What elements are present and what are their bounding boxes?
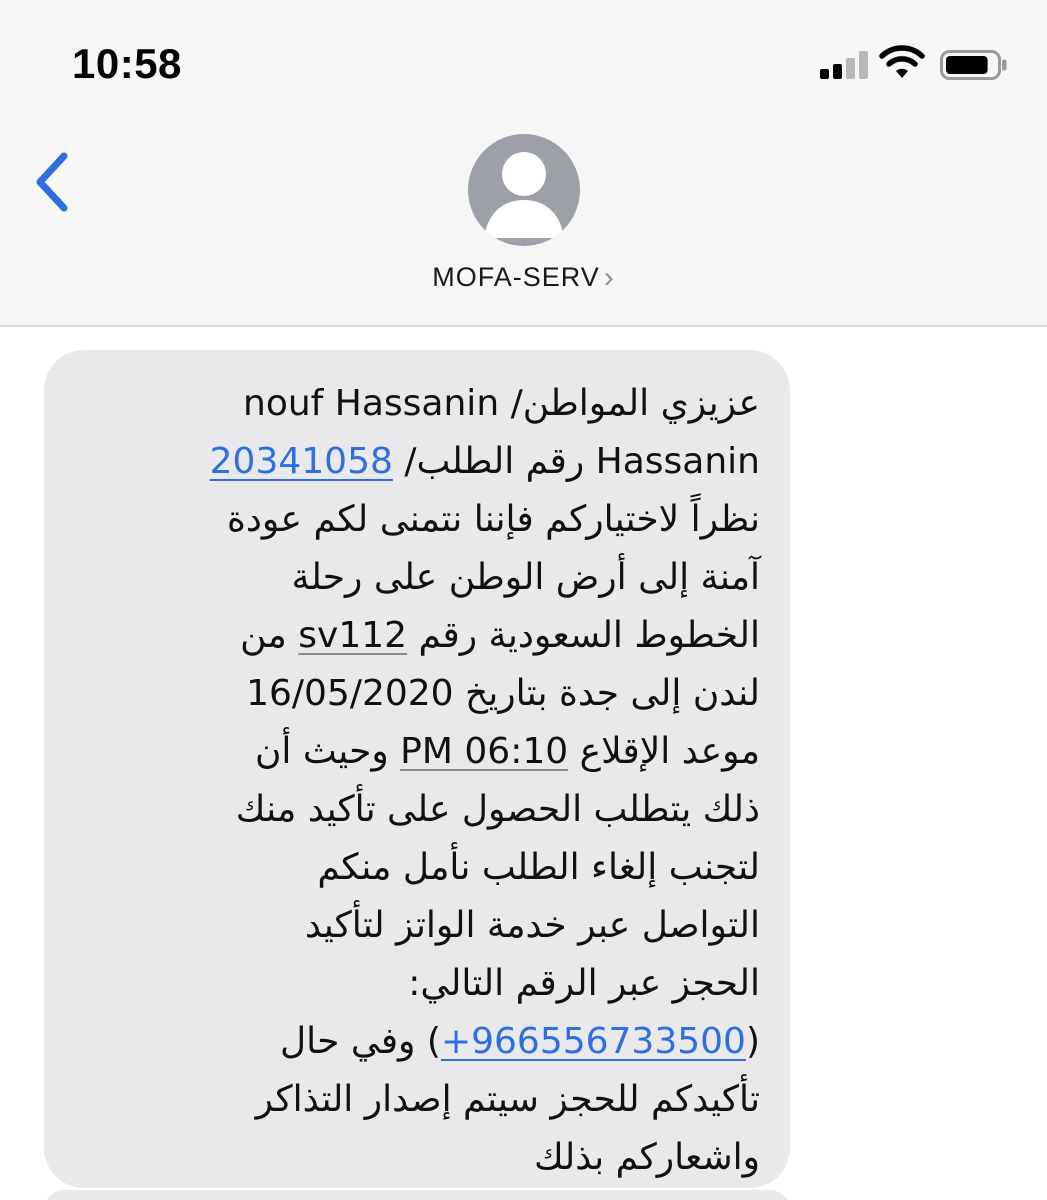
message-fragment: Hassanin رقم الطلب/ [392,441,760,482]
message-line: لندن إلى جدة بتاريخ 16/05/2020 [60,665,760,723]
phone-number-link[interactable]: +966556733500 [441,1021,746,1062]
message-fragment: لندن إلى جدة بتاريخ [453,673,760,714]
status-bar: 10:58 [0,0,1047,110]
message-line: الحجز عبر الرقم التالي: [408,963,760,1004]
message-line: (+966556733500) وفي حال [60,1013,760,1071]
message-fragment: من [240,615,299,656]
message-fragment: وحيث أن [254,731,401,772]
message-fragment: موعد الإقلاع [568,731,760,772]
message-text: عزيزي المواطن/ nouf Hassanin Hassanin رق… [60,375,760,1187]
battery-icon [940,50,1007,80]
contact-name-button[interactable]: MOFA-SERV › [0,260,1047,294]
cellular-signal-icon [820,51,870,79]
message-line: لتجنب إلغاء الطلب نأمل منكم [317,847,760,888]
contact-avatar[interactable] [468,134,580,246]
contact-name: MOFA-SERV [432,262,600,292]
message-fragment: ( [745,1021,760,1062]
message-line: نظراً لاختياركم فإننا نتمنى لكم عودة [227,499,760,540]
message-line: Hassanin رقم الطلب/ 20341058 [60,433,760,491]
back-chevron-icon[interactable] [30,150,72,214]
message-fragment: الخطوط السعودية رقم [407,615,760,656]
person-silhouette-icon [484,152,564,238]
message-line: موعد الإقلاع 06:10 PM وحيث أن [60,723,760,781]
message-line: ذلك يتطلب الحصول على تأكيد منك [235,789,760,830]
flight-number-link[interactable]: sv112 [298,615,407,656]
message-line: تأكيدكم للحجز سيتم إصدار التذاكر [255,1079,760,1120]
message-fragment: ) [426,1021,441,1062]
next-message-bubble[interactable] [44,1190,790,1200]
chevron-right-icon: › [603,261,615,294]
message-line: واشعاركم بذلك [533,1137,760,1178]
message-line: التواصل عبر خدمة الواتز لتأكيد [304,905,760,946]
status-time: 10:58 [72,40,182,87]
conversation-header: MOFA-SERV › [0,110,1047,327]
message-line: عزيزي المواطن/ nouf Hassanin [243,383,760,424]
message-line: الخطوط السعودية رقم sv112 من [60,607,760,665]
message-fragment: وفي حال [280,1021,427,1062]
departure-time-link[interactable]: 06:10 PM [400,731,568,772]
message-line: آمنة إلى أرض الوطن على رحلة [291,557,760,598]
request-number-link[interactable]: 20341058 [210,441,393,482]
wifi-icon [879,45,925,78]
flight-date: 16/05/2020 [246,673,454,714]
